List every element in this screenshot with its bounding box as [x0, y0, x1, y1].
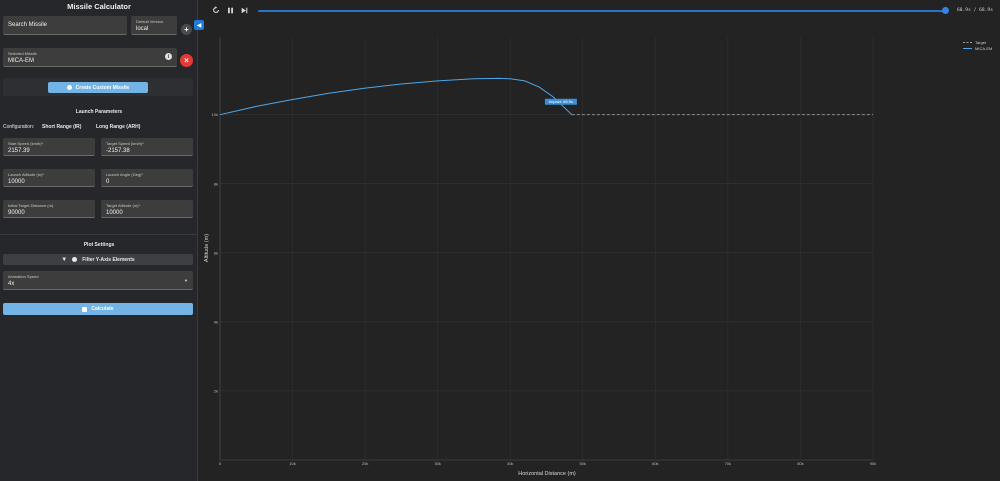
target-altitude-value: 10000: [106, 210, 123, 216]
initial-distance-value: 90000: [8, 210, 25, 216]
selected-missile-label: Selected Missile: [8, 51, 37, 56]
launch-parameters-title: Launch Parameters: [75, 109, 123, 115]
calculate-button-label: Calculate: [91, 306, 114, 312]
target-speed-value: -2157.38: [106, 148, 130, 154]
config-long-range-option[interactable]: Long Range (ARH): [96, 124, 140, 130]
pause-icon: [227, 7, 233, 13]
legend-item-missile[interactable]: MICA-EM: [963, 46, 992, 51]
grid-layer: [219, 37, 874, 461]
filter-icon: ▼: [61, 256, 68, 263]
impact-annotation: Impact: 68.9s: [544, 98, 577, 105]
missile-series-line: [219, 77, 573, 116]
x-tick-label: 90k: [870, 461, 876, 466]
target-speed-label: Target Speed (km/h)*: [106, 141, 144, 146]
impact-label-box: [544, 98, 577, 105]
app-title: Missile Calculator: [67, 2, 131, 11]
filter-y-axis-button[interactable]: ▼ Filter Y-Axis Elements: [3, 254, 193, 265]
create-button-label: Create Custom Missile: [75, 84, 130, 91]
time-readout: 68.9s / 68.9s: [957, 8, 993, 13]
remove-missile-button[interactable]: ×: [180, 54, 193, 67]
version-label: Default Version: [136, 19, 164, 24]
selected-missile-field[interactable]: Selected Missile MICA-EM i: [3, 48, 177, 67]
x-axis-label: Horizontal Distance (m): [518, 471, 576, 477]
add-missile-button[interactable]: +: [181, 24, 192, 35]
config-short-range-option[interactable]: Short Range (IR): [42, 124, 81, 130]
target-speed-field[interactable]: Target Speed (km/h)* -2157.38: [101, 138, 193, 156]
legend-label-missile: MICA-EM: [975, 46, 993, 51]
filter-button-label: Filter Y-Axis Elements: [82, 256, 135, 263]
x-tick-label: 0: [219, 461, 222, 466]
start-speed-field[interactable]: Start Speed (km/h)* 2157.39: [3, 138, 95, 156]
x-tick-label: 50k: [580, 461, 586, 466]
animation-speed-select[interactable]: Animation Speed 4x ▼: [3, 271, 193, 290]
close-icon: ×: [184, 56, 189, 65]
legend-swatch-target: [963, 42, 972, 43]
y-tick-label: 8k: [214, 181, 218, 186]
target-altitude-label: Target Altitude (m)*: [106, 203, 141, 208]
sidebar: Missile Calculator Search Missile Defaul…: [0, 0, 198, 481]
info-icon[interactable]: i: [165, 53, 172, 60]
timeline-thumb[interactable]: [942, 7, 949, 14]
calculate-button[interactable]: Calculate: [3, 303, 193, 315]
plus-icon: +: [184, 25, 189, 34]
x-tick-label: 30k: [434, 461, 440, 466]
section-divider: [0, 234, 198, 235]
tick-layer: 0 10k 20k 30k 40k 50k 60k 70k 80k 90k 2k 4k 6k 8k 10k: [212, 112, 877, 466]
x-tick-label: 60k: [652, 461, 658, 466]
plot-settings-title: Plot Settings: [83, 242, 115, 248]
annotation-layer: Impact: 68.9s: [544, 98, 577, 105]
legend-label-target: Target: [975, 40, 987, 45]
x-tick-label: 10k: [289, 461, 295, 466]
initial-distance-field[interactable]: Initial Target Distance (m) 90000: [3, 200, 95, 218]
x-tick-label: 80k: [797, 461, 803, 466]
start-speed-value: 2157.39: [8, 148, 30, 154]
launch-altitude-field[interactable]: Launch Altitude (m)* 10000: [3, 169, 95, 187]
x-tick-label: 70k: [725, 461, 731, 466]
target-altitude-field[interactable]: Target Altitude (m)* 10000: [101, 200, 193, 218]
launch-angle-label: Launch Angle (Deg)*: [106, 172, 143, 177]
calculator-icon: [82, 306, 88, 312]
legend-swatch-missile: [963, 48, 972, 49]
search-placeholder: Search Missile: [8, 22, 48, 28]
configuration-label: Configuration:: [3, 124, 35, 130]
timeline-slider[interactable]: [258, 10, 946, 12]
animation-speed-label: Animation Speed: [8, 274, 39, 279]
search-missile-input[interactable]: Search Missile: [3, 16, 127, 35]
series-layer: [219, 77, 873, 116]
create-custom-missile-button[interactable]: Create Custom Missile: [48, 82, 148, 93]
chevron-left-icon: ◀: [196, 22, 202, 29]
add-circle-icon: [66, 85, 72, 90]
impact-label-text: Impact: 68.9s: [549, 99, 573, 104]
create-panel: Create Custom Missile: [3, 78, 193, 96]
launch-altitude-label: Launch Altitude (m)*: [8, 172, 45, 177]
selected-missile-value: MICA-EM: [8, 58, 34, 64]
x-tick-label: 40k: [507, 461, 513, 466]
launch-angle-value: 0: [106, 179, 110, 185]
collapse-sidebar-button[interactable]: ◀: [194, 20, 204, 30]
restart-button[interactable]: [211, 5, 221, 15]
y-tick-label: 10k: [212, 112, 218, 117]
y-axis-label: Altitude (m): [204, 234, 210, 262]
chevron-down-icon: ▼: [184, 278, 188, 283]
y-tick-label: 2k: [214, 388, 218, 393]
y-tick-label: 4k: [214, 319, 218, 324]
legend-item-target[interactable]: Target: [963, 40, 986, 45]
launch-altitude-value: 10000: [8, 179, 25, 185]
restart-icon: [213, 6, 219, 13]
initial-distance-label: Initial Target Distance (m): [8, 203, 54, 208]
animation-speed-value: 4x: [8, 281, 15, 287]
version-value: local: [136, 26, 149, 32]
skip-forward-icon: [241, 7, 247, 13]
app-root: Missile Calculator Search Missile Defaul…: [0, 0, 1000, 481]
launch-angle-field[interactable]: Launch Angle (Deg)* 0: [101, 169, 193, 187]
y-tick-label: 6k: [214, 250, 218, 255]
help-icon: [72, 257, 78, 262]
start-speed-label: Start Speed (km/h)*: [8, 141, 44, 146]
version-select[interactable]: Default Version local: [131, 16, 177, 35]
pause-button[interactable]: [225, 5, 235, 15]
x-tick-label: 20k: [362, 461, 368, 466]
skip-end-button[interactable]: [239, 5, 249, 15]
